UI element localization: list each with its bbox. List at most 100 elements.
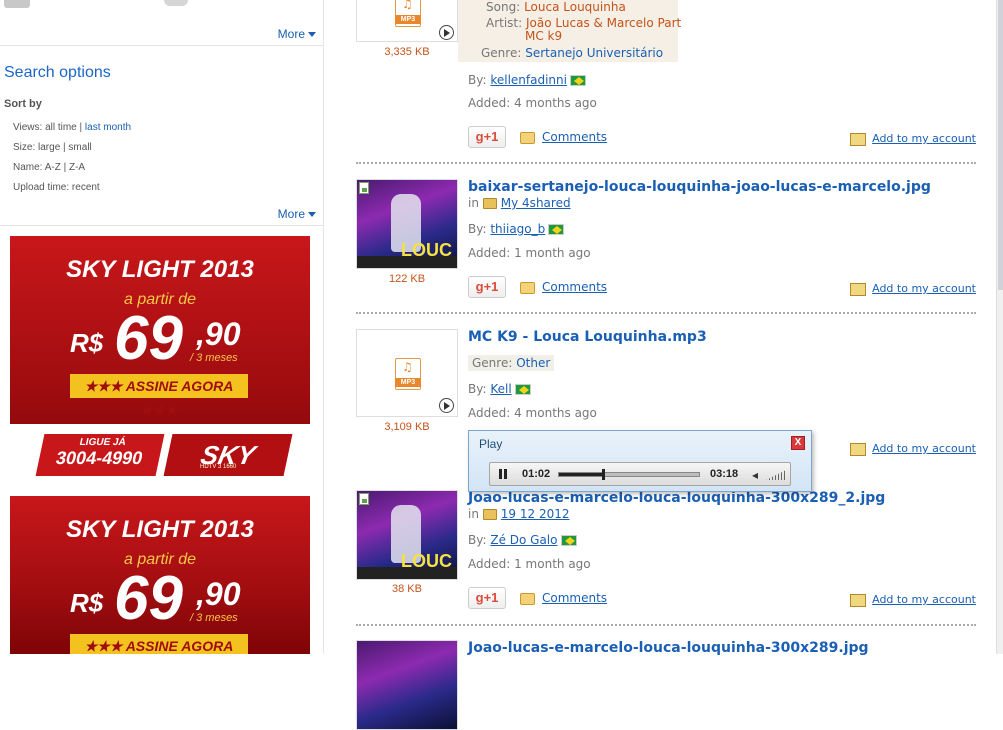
ad-period: / 3 meses: [190, 612, 238, 624]
sort-size: Size: large | small: [13, 142, 92, 153]
file-thumbnail[interactable]: MP3: [356, 0, 458, 42]
added-value: 4 months ago: [514, 96, 597, 110]
folder-icon: [482, 509, 497, 520]
ad-banner[interactable]: SKY LIGHT 2013 a partir de R$ 69 ,90 / 3…: [10, 236, 310, 486]
google-plus-button[interactable]: g+1: [468, 126, 506, 148]
thumbnail-bar: [357, 256, 457, 268]
separator: [356, 624, 976, 626]
google-plus-button[interactable]: g+1: [468, 587, 506, 609]
close-button[interactable]: X: [791, 436, 805, 450]
folder-link[interactable]: 19 12 2012: [501, 507, 570, 521]
added-label: Added:: [468, 246, 511, 260]
file-size: 3,335 KB: [384, 46, 430, 58]
mp3-label: MP3: [395, 378, 421, 387]
sort-size-label: Size:: [13, 142, 36, 153]
by-label: By:: [468, 382, 487, 396]
comments-link[interactable]: Comments: [520, 280, 607, 294]
image-thumbnail[interactable]: LOUC: [356, 179, 458, 269]
genre-box: Genre: Other: [468, 355, 555, 371]
sort-views-all-time[interactable]: all time: [45, 122, 77, 133]
duration-time: 03:18: [710, 468, 739, 480]
comments-link[interactable]: Comments: [520, 130, 607, 144]
in-label: in: [468, 507, 479, 521]
sort-size-large[interactable]: large: [38, 142, 60, 153]
add-to-account-link[interactable]: Add to my account: [850, 132, 976, 146]
ad-price: 69: [114, 564, 183, 633]
ad-title: SKY LIGHT 2013: [66, 256, 254, 283]
sort-name-za[interactable]: Z-A: [69, 162, 85, 173]
ad-banner[interactable]: SKY LIGHT 2013 a partir de R$ 69 ,90 / 3…: [10, 496, 310, 654]
file-size: 38 KB: [392, 583, 422, 595]
seek-progress: [559, 473, 603, 476]
ad-price-cents: ,90: [196, 576, 241, 612]
genre-value[interactable]: Other: [516, 356, 550, 370]
add-to-account-link[interactable]: Add to my account: [850, 282, 976, 296]
google-plus-button[interactable]: g+1: [468, 276, 506, 298]
by-label: By:: [468, 222, 487, 236]
volume-icon[interactable]: ◂: [752, 468, 758, 482]
add-to-account-link[interactable]: Add to my account: [850, 593, 976, 607]
brazil-flag-icon: [569, 75, 586, 86]
folder-link[interactable]: My 4shared: [501, 196, 571, 210]
added-label: Added:: [468, 406, 511, 420]
folder-icon: [482, 198, 497, 209]
ad-ligue: LIGUE JÁ: [78, 437, 127, 448]
added-label: Added:: [468, 557, 511, 571]
file-title-link[interactable]: MC K9 - Louca Louquinha.mp3: [468, 329, 707, 345]
uploader-link[interactable]: Zé Do Galo: [490, 533, 557, 547]
partial-icon: [164, 0, 188, 6]
gplus-label: +1: [483, 129, 499, 144]
add-to-account-link[interactable]: Add to my account: [850, 442, 976, 456]
mp3-file-icon: MP3: [395, 0, 421, 27]
seek-handle[interactable]: [602, 469, 606, 480]
file-title-link[interactable]: Joao-lucas-e-marcelo-louca-louquinha-300…: [468, 490, 885, 506]
scrollbar-thumb[interactable]: [998, 0, 1003, 290]
seek-bar[interactable]: [558, 469, 700, 480]
uploader-link[interactable]: Kell: [490, 382, 511, 396]
ad-period: / 3 meses: [190, 352, 238, 364]
ad-price-cents: ,90: [196, 316, 241, 352]
file-title-link[interactable]: baixar-sertanejo-louca-louquinha-joao-lu…: [468, 179, 931, 195]
comments-link[interactable]: Comments: [520, 591, 607, 605]
genre-row: Genre: Sertanejo Universitário: [481, 46, 663, 60]
more-link[interactable]: More: [278, 27, 316, 41]
play-icon[interactable]: [439, 25, 454, 40]
ad-phone: 3004-4990: [54, 448, 145, 468]
folder-row: in 19 12 2012: [468, 507, 570, 521]
sort-name: Name: A-Z | Z-A: [13, 162, 86, 173]
sort-views: Views: all time | last month: [13, 122, 132, 133]
sort-views-last-month[interactable]: last month: [85, 122, 131, 133]
ad-title: SKY LIGHT 2013: [66, 516, 254, 543]
uploader-link[interactable]: thiiago_b: [490, 222, 545, 236]
uploader-link[interactable]: kellenfadinni: [490, 73, 567, 87]
brazil-flag-icon: [548, 224, 565, 235]
file-thumbnail[interactable]: MP3: [356, 329, 458, 417]
player-title: Play: [479, 437, 503, 451]
image-thumbnail[interactable]: LOUC: [356, 490, 458, 580]
separator: [356, 312, 976, 314]
search-options-title: Search options: [4, 64, 111, 81]
genre-row: Genre: Other: [468, 355, 555, 371]
gplus-label: +1: [483, 279, 499, 294]
uploader-row: By: Kell: [468, 382, 531, 396]
sort-size-small[interactable]: small: [68, 142, 91, 153]
scrollbar[interactable]: [996, 0, 1003, 654]
sort-upload-recent[interactable]: recent: [72, 182, 100, 193]
sort-upload-time: Upload time: recent: [13, 182, 100, 193]
more-link[interactable]: More: [278, 207, 316, 221]
artist-value-2: MC k9: [525, 29, 563, 43]
genre-value[interactable]: Sertanejo Universitário: [525, 46, 663, 60]
image-file-icon: [359, 182, 369, 194]
uploader-row: By: Zé Do Galo: [468, 533, 577, 547]
play-icon[interactable]: [439, 398, 454, 413]
partial-icon: [4, 0, 30, 8]
volume-slider[interactable]: [766, 470, 786, 480]
song-row: Song: Louca Louquinha: [486, 0, 626, 14]
added-value: 4 months ago: [514, 406, 597, 420]
elapsed-time: 01:02: [522, 468, 551, 480]
sort-name-az[interactable]: A-Z: [45, 162, 61, 173]
pause-icon[interactable]: [498, 469, 508, 479]
divider: [0, 225, 323, 226]
added-row: Added: 4 months ago: [468, 406, 597, 420]
thumbnail-bar: [357, 567, 457, 579]
